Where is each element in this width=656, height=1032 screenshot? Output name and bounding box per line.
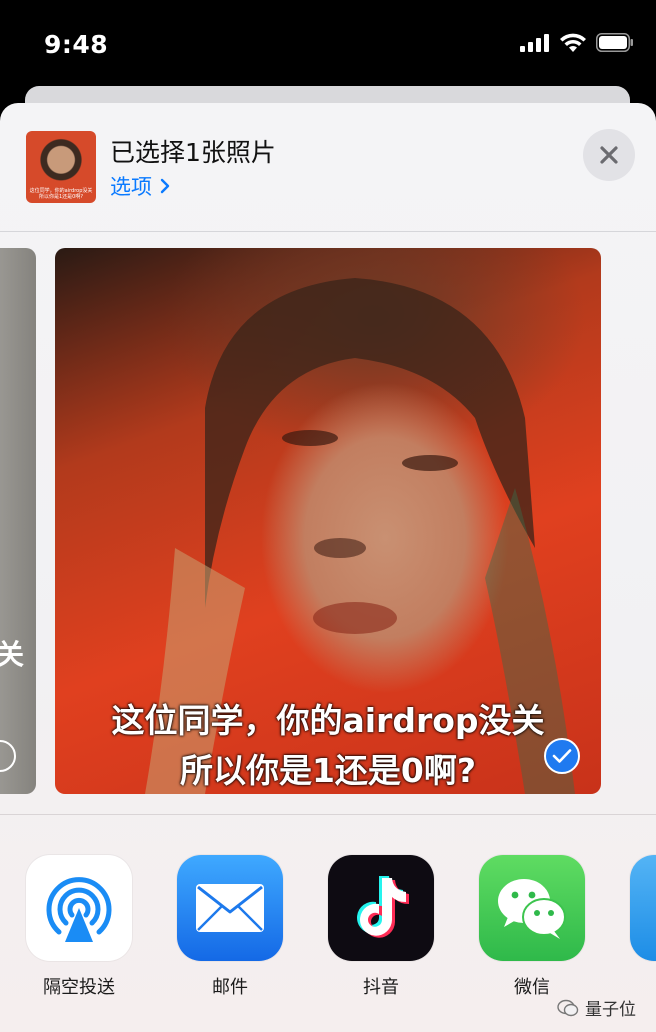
photo-left-partial[interactable]: 关 [0, 248, 36, 794]
app-partial-next[interactable] [630, 855, 656, 961]
wechat-icon [479, 855, 585, 961]
options-label: 选项 [110, 175, 152, 199]
app-label: 隔空投送 [43, 977, 115, 998]
share-sheet: 这位同学，你的airdrop没关 所以你是1还是0啊? 已选择1张照片 选项 关 [0, 103, 656, 1032]
share-title: 已选择1张照片 [110, 138, 276, 167]
status-bar: 9:48 [0, 0, 656, 90]
app-icon-partial [630, 855, 656, 961]
app-wechat[interactable]: 微信 [479, 855, 585, 999]
section-divider [0, 814, 656, 815]
selected-photo-thumbnail: 这位同学，你的airdrop没关 所以你是1还是0啊? [26, 131, 96, 203]
mail-icon [177, 855, 283, 961]
unselected-circle-icon[interactable] [0, 740, 16, 772]
wifi-icon [560, 33, 586, 52]
selected-checkmark-icon[interactable] [544, 738, 580, 774]
photo-caption-line-2: 所以你是1还是0啊? [179, 751, 477, 790]
app-airdrop[interactable]: 隔空投送 [26, 855, 132, 999]
photo-caption-line-1: 这位同学，你的airdrop没关 [111, 701, 545, 740]
app-label: 邮件 [212, 977, 248, 998]
watermark-text: 量子位 [585, 1000, 636, 1020]
photo-left-caption: 关 [0, 638, 24, 671]
wechat-small-icon [557, 999, 579, 1016]
clock-time: 9:48 [44, 30, 109, 59]
photo-main-selected[interactable]: 这位同学，你的airdrop没关 所以你是1还是0啊? [55, 248, 601, 794]
app-tiktok[interactable]: 抖音 [328, 855, 434, 999]
app-mail[interactable]: 邮件 [177, 855, 283, 999]
app-label: 抖音 [363, 977, 399, 998]
chevron-right-icon [160, 178, 170, 194]
signal-icon [520, 33, 549, 52]
close-icon [600, 146, 618, 164]
options-link[interactable]: 选项 [110, 171, 170, 201]
battery-icon [596, 33, 633, 52]
share-app-row: 隔空投送 邮件 抖音 微信 [0, 855, 656, 1015]
airdrop-icon [26, 855, 132, 961]
checkmark-icon [552, 749, 572, 763]
close-button[interactable] [583, 129, 635, 181]
status-icons [520, 33, 634, 52]
thumbnail-caption: 这位同学，你的airdrop没关 所以你是1还是0啊? [29, 188, 93, 200]
share-sheet-header: 这位同学，你的airdrop没关 所以你是1还是0啊? 已选择1张照片 选项 [0, 103, 656, 232]
tiktok-icon [328, 855, 434, 961]
watermark: 量子位 [557, 995, 636, 1020]
